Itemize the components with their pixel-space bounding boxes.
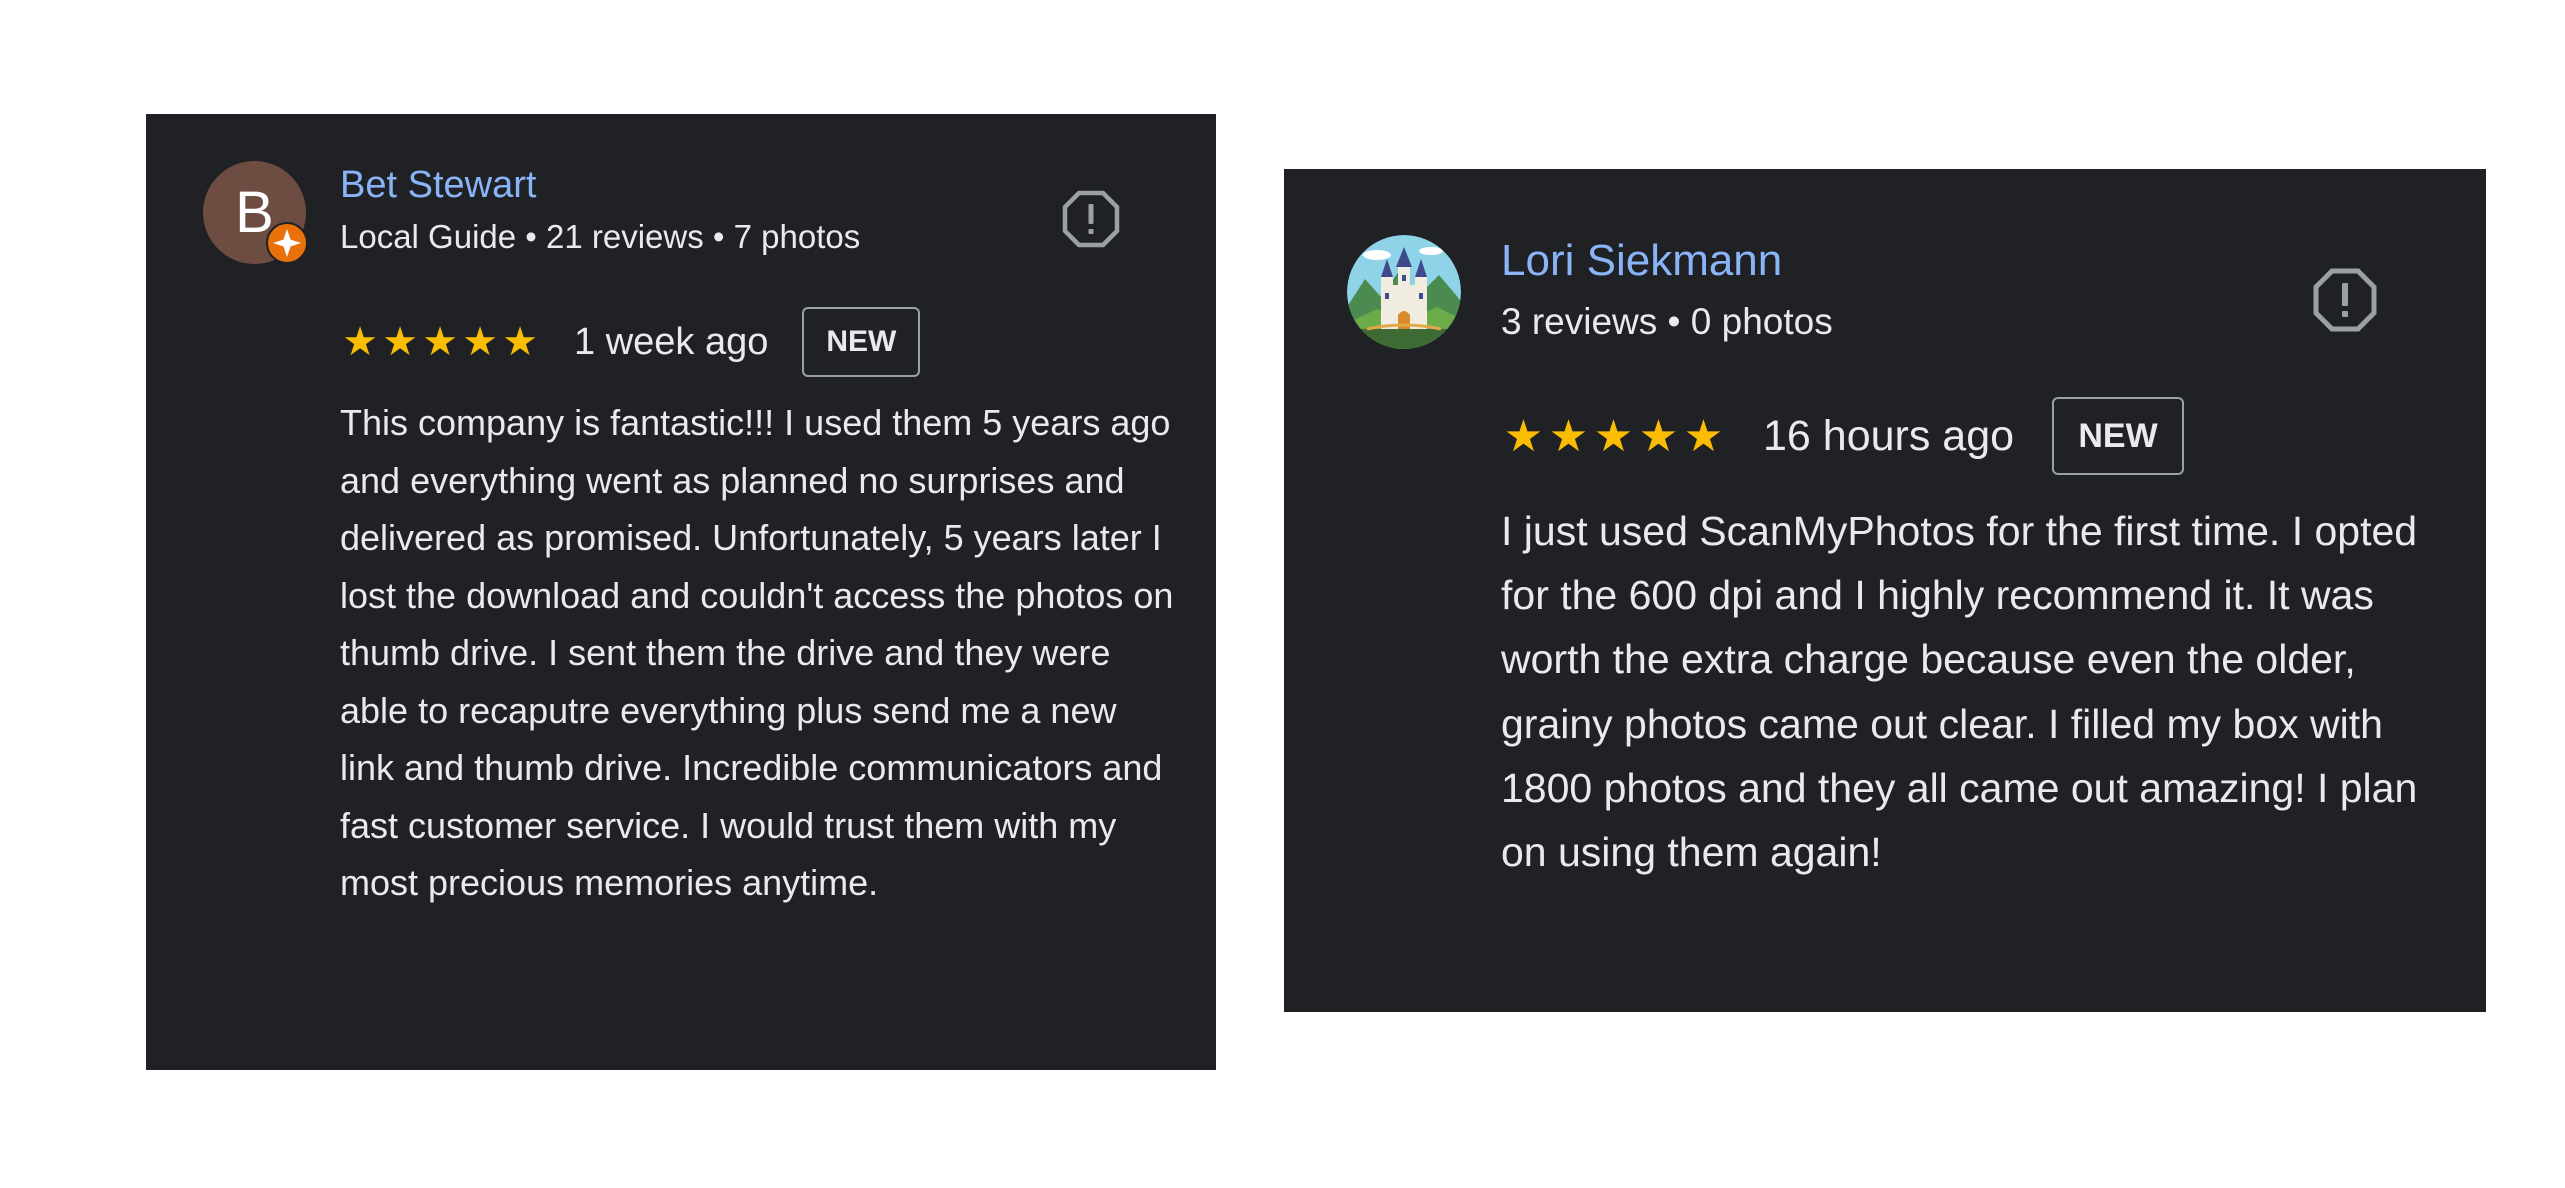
- review-time: 16 hours ago: [1763, 411, 2015, 460]
- star-icon: ★: [1593, 411, 1634, 461]
- star-rating: ★ ★ ★ ★ ★: [1501, 411, 1726, 462]
- star-rating: ★ ★ ★ ★ ★: [340, 319, 540, 365]
- review-card: Lori Siekmann 3 reviews • 0 photos ★ ★ ★…: [1284, 169, 2486, 1012]
- reviewer-meta: 3 reviews • 0 photos: [1501, 301, 1833, 342]
- reviewer-name[interactable]: Bet Stewart: [340, 164, 536, 207]
- star-icon: ★: [422, 320, 458, 364]
- review-text: This company is fantastic!!! I used them…: [340, 402, 1174, 903]
- report-flag-icon[interactable]: [1062, 190, 1120, 248]
- star-icon: ★: [462, 320, 498, 364]
- star-icon: ★: [1503, 411, 1544, 461]
- rating-row: ★ ★ ★ ★ ★ 1 week ago NEW: [340, 306, 921, 378]
- star-icon: ★: [342, 320, 378, 364]
- new-badge: NEW: [802, 307, 921, 377]
- star-icon: ★: [1548, 411, 1589, 461]
- review-time: 1 week ago: [574, 320, 769, 363]
- star-icon: ★: [382, 320, 418, 364]
- star-icon: ★: [502, 320, 538, 364]
- star-icon: ★: [1638, 411, 1679, 461]
- rating-row: ★ ★ ★ ★ ★ 16 hours ago NEW: [1501, 397, 2185, 475]
- reviewer-name[interactable]: Lori Siekmann: [1501, 236, 1782, 286]
- review-card: B Bet Stewart Local Guide • 21 reviews •…: [146, 114, 1216, 1070]
- avatar[interactable]: [1347, 235, 1461, 349]
- new-badge: NEW: [2052, 397, 2185, 475]
- reviewer-meta: Local Guide • 21 reviews • 7 photos: [340, 218, 861, 255]
- review-text: I just used ScanMyPhotos for the first t…: [1501, 508, 2418, 876]
- star-icon: ★: [1683, 411, 1724, 461]
- local-guide-badge-icon: [266, 222, 308, 264]
- report-flag-icon[interactable]: [2313, 268, 2377, 332]
